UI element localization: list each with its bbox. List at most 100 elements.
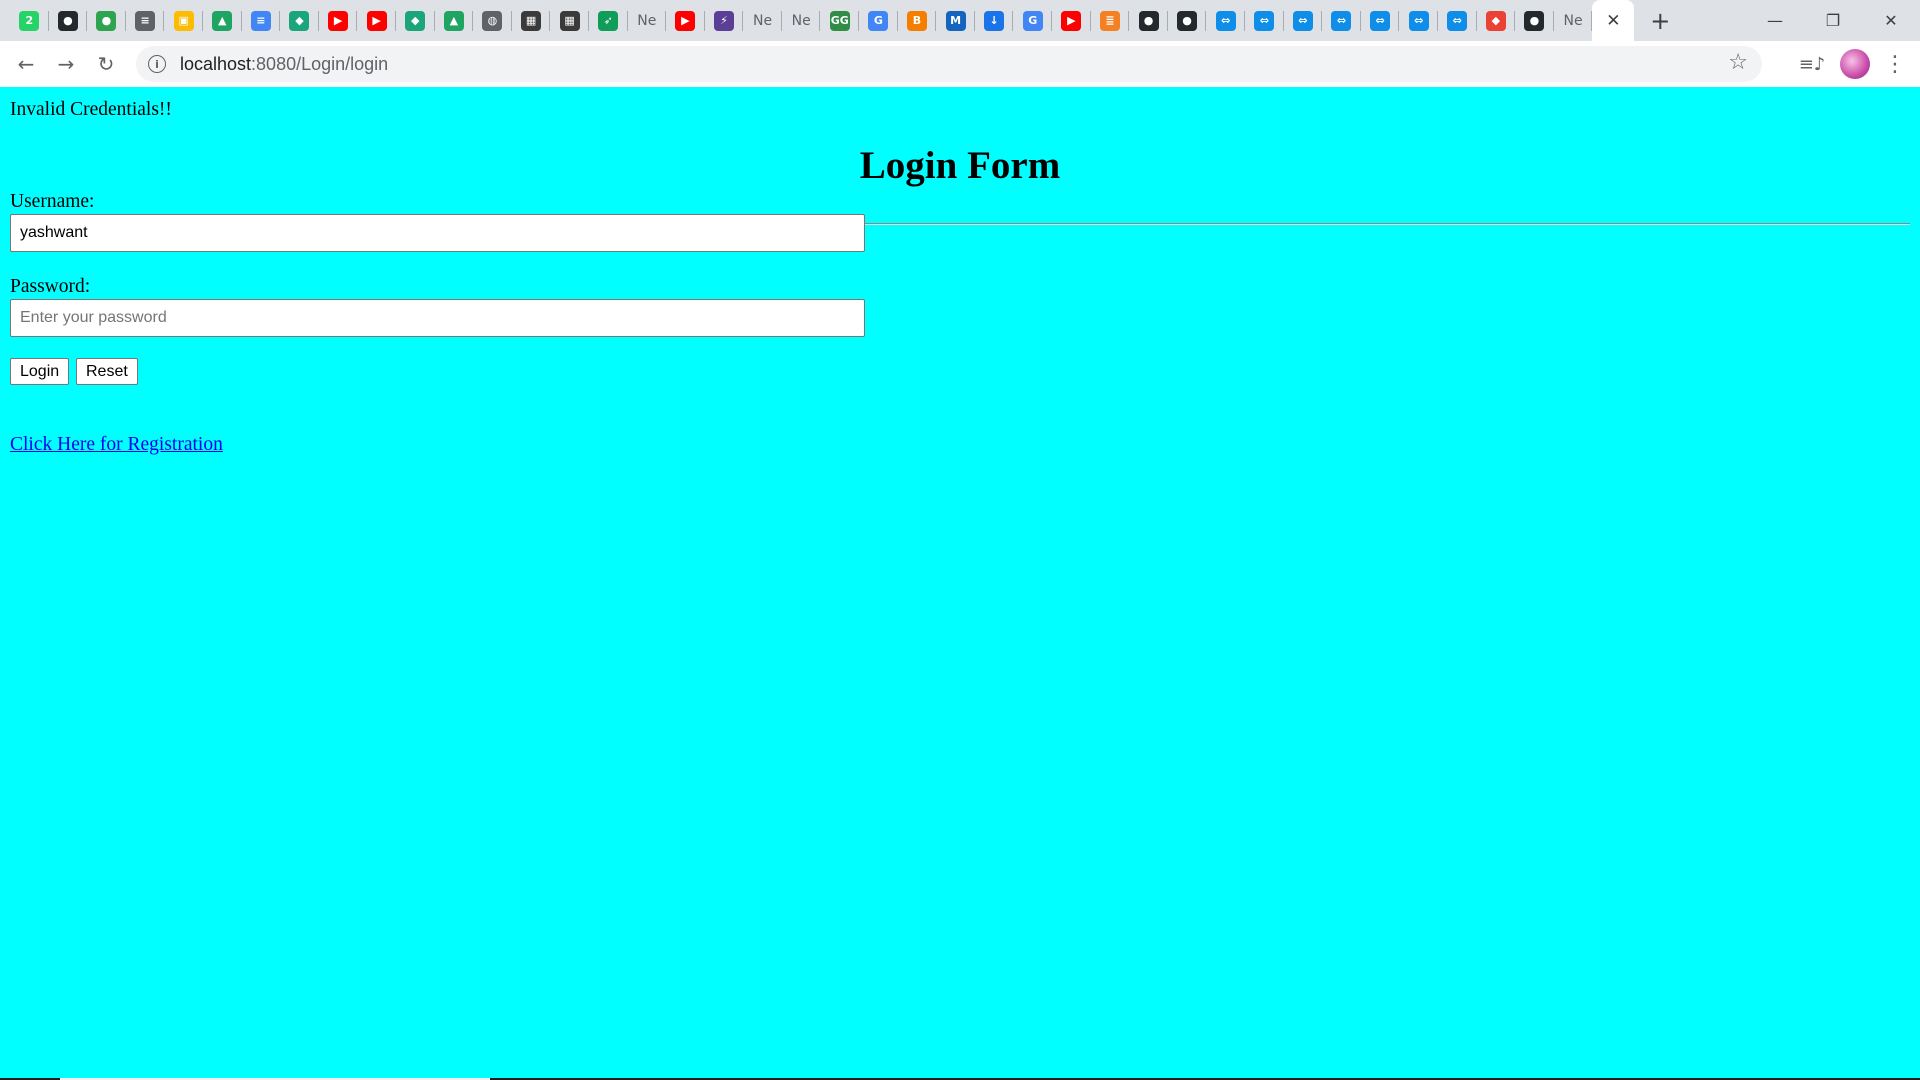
close-tab-icon[interactable]: ✕ [1606, 11, 1620, 31]
browser-tab[interactable]: ▶ [319, 0, 358, 41]
close-window-icon[interactable]: ✕ [1862, 0, 1920, 41]
bookmark-list-icon: ≡ [135, 10, 156, 31]
toolbar-actions: ≡♪ ⋮ [1794, 41, 1910, 87]
browser-tab[interactable]: M [936, 0, 975, 41]
teamviewer-icon: ⇔ [1254, 10, 1275, 31]
address-bar[interactable]: i localhost:8080/Login/login ☆ [136, 46, 1762, 82]
google-icon: G [1022, 10, 1043, 31]
browser-tab[interactable]: ↓ [975, 0, 1014, 41]
browser-tab[interactable]: ◆ [280, 0, 319, 41]
browser-tab[interactable]: G [1013, 0, 1052, 41]
page-content: Invalid Credentials!! Login Form Usernam… [0, 87, 1920, 1080]
rocket-icon: ➶ [598, 10, 619, 31]
username-label: Username: [10, 191, 95, 212]
url-text[interactable]: localhost:8080/Login/login [180, 54, 388, 75]
google-drive-icon: ▲ [443, 10, 464, 31]
browser-tab[interactable]: ◆ [1477, 0, 1516, 41]
browser-tab[interactable]: ● [49, 0, 88, 41]
shield-icon: ◆ [289, 10, 310, 31]
youtube-icon: ▶ [675, 10, 696, 31]
browser-tab[interactable]: ⇔ [1206, 0, 1245, 41]
browser-tab[interactable]: ▦ [550, 0, 589, 41]
stackoverflow-icon: ≣ [1099, 10, 1120, 31]
youtube-icon: ▶ [1061, 10, 1082, 31]
browser-tab[interactable]: ▶ [357, 0, 396, 41]
browser-tab[interactable]: ◆ [396, 0, 435, 41]
restore-icon[interactable]: ❐ [1804, 0, 1862, 41]
browser-tab[interactable]: ⇔ [1322, 0, 1361, 41]
browser-tab[interactable]: ● [1129, 0, 1168, 41]
browser-tab[interactable]: ◍ [473, 0, 512, 41]
browser-tab[interactable]: ▲ [435, 0, 474, 41]
back-icon[interactable]: ← [6, 44, 46, 84]
username-field[interactable] [10, 214, 865, 252]
bolt-icon: ⚡ [713, 10, 734, 31]
browser-tab[interactable]: ≡ [242, 0, 281, 41]
browser-tab[interactable]: Ne [782, 0, 821, 41]
browser-tab[interactable]: ● [87, 0, 126, 41]
browser-tab[interactable]: ⚡ [705, 0, 744, 41]
minimize-icon[interactable]: — [1746, 0, 1804, 41]
photo-icon: ▦ [521, 10, 542, 31]
reload-icon[interactable]: ↻ [86, 44, 126, 84]
browser-tab[interactable]: Ne [628, 0, 667, 41]
active-tab[interactable]: ✕ [1592, 0, 1635, 41]
error-message: Invalid Credentials!! [10, 99, 172, 120]
github-green-icon: ● [96, 10, 117, 31]
github-icon: ● [1177, 10, 1198, 31]
text-favicon: Ne [637, 12, 657, 29]
tab-list: 2 ● ● ≡ ▣ ▲ ≡ ◆ ▶ ▶ ◆ ▲ ◍ ▦ ▦ ➶ Ne ▶ ⚡ Ne Ne GG G B M ↓ G ▶ ≣ ● ● ⇔ ⇔ ⇔ ⇔ ⇔… [0, 0, 1680, 41]
browser-tab[interactable]: B [898, 0, 937, 41]
forward-icon[interactable]: → [46, 44, 86, 84]
browser-tab[interactable]: ⇔ [1399, 0, 1438, 41]
shield-icon: ◆ [405, 10, 426, 31]
password-field[interactable] [10, 299, 865, 337]
browser-tab[interactable]: ≣ [1091, 0, 1130, 41]
text-favicon: Ne [1563, 12, 1583, 29]
url-path: :8080/Login/login [251, 53, 389, 74]
browser-tab[interactable]: GG [820, 0, 859, 41]
browser-tab[interactable]: ▶ [666, 0, 705, 41]
text-favicon: Ne [753, 12, 773, 29]
browser-tab[interactable]: ➶ [589, 0, 628, 41]
teamviewer-icon: ⇔ [1408, 10, 1429, 31]
tab-strip: 2 ● ● ≡ ▣ ▲ ≡ ◆ ▶ ▶ ◆ ▲ ◍ ▦ ▦ ➶ Ne ▶ ⚡ Ne Ne GG G B M ↓ G ▶ ≣ ● ● ⇔ ⇔ ⇔ ⇔ ⇔… [0, 0, 1920, 41]
globe-icon: ◍ [482, 10, 503, 31]
browser-tab[interactable]: ⇔ [1284, 0, 1323, 41]
browser-tab[interactable]: ▲ [203, 0, 242, 41]
browser-tab[interactable]: ▶ [1052, 0, 1091, 41]
teamviewer-icon: ⇔ [1292, 10, 1313, 31]
google-keep-icon: ▣ [173, 10, 194, 31]
browser-tab[interactable]: ≡ [126, 0, 165, 41]
media-control-icon[interactable]: ≡♪ [1794, 54, 1830, 75]
site-info-icon[interactable]: i [148, 55, 166, 73]
google-docs-icon: ≡ [250, 10, 271, 31]
google-drive-icon: ▲ [212, 10, 233, 31]
photo-icon: ▦ [559, 10, 580, 31]
new-tab-icon[interactable]: + [1640, 0, 1680, 41]
github-icon: ● [1138, 10, 1159, 31]
browser-tab[interactable]: Ne [743, 0, 782, 41]
browser-tab[interactable]: ⇔ [1438, 0, 1477, 41]
browser-tab[interactable]: ● [1515, 0, 1554, 41]
profile-avatar[interactable] [1840, 49, 1870, 79]
browser-tab[interactable]: ● [1168, 0, 1207, 41]
browser-tab[interactable]: ⇔ [1361, 0, 1400, 41]
browser-tab[interactable]: ▦ [512, 0, 551, 41]
blogger-icon: B [906, 10, 927, 31]
browser-tab[interactable]: ⇔ [1245, 0, 1284, 41]
bookmark-star-icon[interactable]: ☆ [1728, 50, 1748, 75]
window-controls: — ❐ ✕ [1746, 0, 1920, 41]
browser-tab[interactable]: Ne [1554, 0, 1593, 41]
github-icon: ● [1524, 10, 1545, 31]
browser-tab[interactable]: ▣ [164, 0, 203, 41]
google-icon: G [868, 10, 889, 31]
browser-menu-icon[interactable]: ⋮ [1880, 52, 1910, 77]
youtube-icon: ▶ [328, 10, 349, 31]
page-title: Login Form [859, 144, 1061, 187]
login-button[interactable]: Login [10, 358, 70, 385]
registration-link[interactable]: Click Here for Registration [10, 434, 223, 456]
reset-button[interactable]: Reset [76, 358, 138, 385]
browser-tab[interactable]: 2 [10, 0, 49, 41]
browser-tab[interactable]: G [859, 0, 898, 41]
